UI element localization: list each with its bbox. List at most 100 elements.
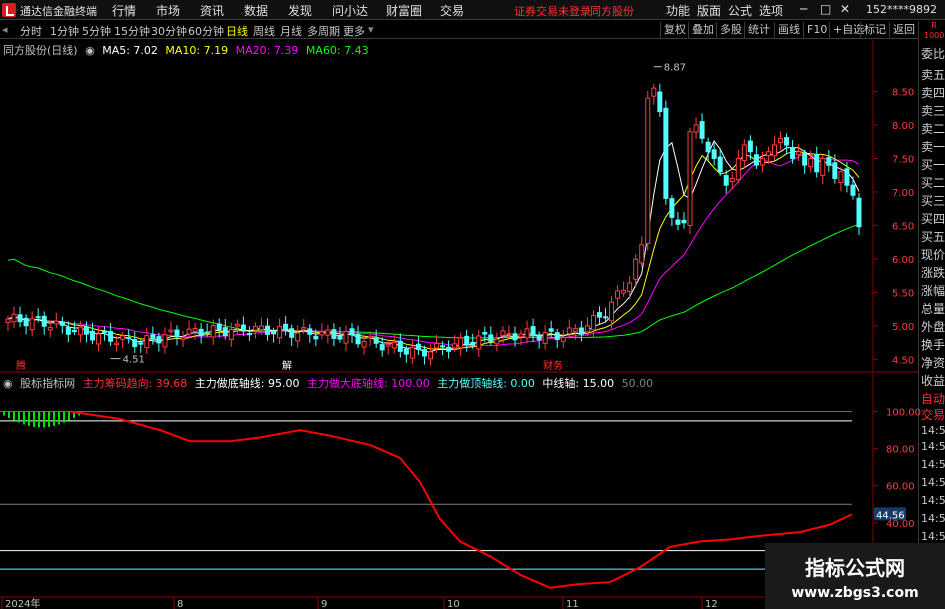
- tab-weekly[interactable]: 周线: [253, 23, 275, 39]
- candle-body-down: [415, 343, 421, 350]
- tab-60min[interactable]: 60分钟: [188, 23, 224, 39]
- candle-body-down: [470, 341, 476, 346]
- minimize-icon[interactable]: ─: [800, 2, 807, 16]
- candle-body-up: [590, 314, 596, 331]
- tab-1min[interactable]: 1分钟: [50, 23, 79, 39]
- candle-body-up: [301, 327, 307, 330]
- candle-body-up: [560, 337, 566, 342]
- date-label: 12: [705, 599, 718, 609]
- tab-mark[interactable]: 标记: [860, 22, 889, 38]
- candle-body-down: [446, 346, 452, 352]
- candle: [415, 336, 421, 356]
- candle: [29, 311, 35, 337]
- candle-body-down: [826, 157, 832, 166]
- menu-formula[interactable]: 公式: [728, 2, 752, 19]
- tab-f10[interactable]: F10: [803, 22, 830, 38]
- ma20-label: MA20: 7.39: [235, 44, 299, 57]
- candle-body-down: [578, 327, 584, 335]
- candle-body-up: [506, 333, 512, 336]
- candle: [687, 127, 693, 235]
- tab-15min[interactable]: 15分钟: [114, 23, 150, 39]
- svg-text:指标公式网: 指标公式网: [805, 556, 905, 580]
- sub-tick-label: 100.00: [886, 408, 921, 419]
- candle: [379, 337, 385, 357]
- candle-body-up: [524, 328, 530, 339]
- candle-body-down: [71, 329, 77, 333]
- candle: [735, 149, 741, 184]
- menu-trade[interactable]: 交易: [440, 2, 464, 19]
- candle-body-up: [542, 332, 548, 344]
- menu-layout[interactable]: 版面: [697, 2, 721, 19]
- candle-body-up: [144, 335, 150, 349]
- settings-circle-icon[interactable]: ◉: [3, 377, 13, 390]
- period-tab-bar: ◂ 分时 1分钟 5分钟 15分钟 30分钟 60分钟 日线 周线 月线 多周期…: [0, 21, 918, 39]
- chevron-left-icon[interactable]: ◂: [2, 23, 8, 36]
- price-tick-label: 6.00: [892, 255, 914, 266]
- tab-multi-stock[interactable]: 多股: [716, 22, 745, 38]
- candle: [772, 136, 778, 161]
- price-tick-label: 6.50: [892, 221, 914, 232]
- candle: [162, 327, 168, 354]
- tab-more[interactable]: 更多: [343, 23, 365, 39]
- candle-body-up: [500, 330, 506, 336]
- candle: [790, 140, 796, 164]
- sub-chart-legend: ◉ 股标指标网 主力筹码趋向: 39.68 主力做底轴线: 95.00 主力做大…: [3, 375, 657, 391]
- candle-body-down: [488, 334, 494, 342]
- ma60-line: [7, 224, 860, 339]
- date-label: 11: [566, 599, 579, 609]
- login-warning[interactable]: 证券交易未登录: [514, 3, 591, 19]
- tab-draw-line[interactable]: 画线: [774, 22, 803, 38]
- candle-body-up: [96, 333, 102, 345]
- candle: [802, 149, 808, 174]
- menu-options[interactable]: 选项: [759, 2, 783, 19]
- candle-body-up: [572, 328, 578, 332]
- tab-back[interactable]: 返回: [889, 22, 918, 38]
- menu-discover[interactable]: 发现: [288, 2, 312, 19]
- candle-body-up: [427, 351, 433, 360]
- candle: [174, 325, 180, 346]
- menu-quotes[interactable]: 行情: [112, 2, 136, 19]
- candle-body-up: [808, 157, 814, 168]
- tab-timeshare[interactable]: 分时: [20, 23, 42, 39]
- chip-trend-curve: [69, 410, 853, 589]
- candle: [458, 332, 464, 356]
- candle-body-down: [663, 107, 669, 199]
- tab-statistics[interactable]: 统计: [744, 22, 773, 38]
- sub-series-chip-trend: 主力筹码趋向: 39.68: [82, 377, 188, 390]
- tab-overlay[interactable]: 叠加: [688, 22, 717, 38]
- candle: [596, 306, 602, 325]
- candle-body-up: [687, 131, 693, 226]
- menu-wealth-circle[interactable]: 财富圈: [386, 2, 422, 19]
- tab-monthly[interactable]: 月线: [280, 23, 302, 39]
- settings-circle-icon[interactable]: ◉: [85, 44, 95, 57]
- maximize-icon[interactable]: □: [820, 2, 831, 16]
- candle-body-up: [741, 144, 747, 162]
- menu-function[interactable]: 功能: [666, 2, 690, 19]
- menu-assistant[interactable]: 问小达: [332, 2, 368, 19]
- candle: [814, 146, 820, 178]
- kline-chart-area[interactable]: 8.50 8.00 7.50 7.00 6.50 6.00 5.50 5.00 4.50 8.87…: [0, 40, 945, 609]
- tab-multi-period[interactable]: 多周期: [307, 23, 340, 39]
- candle-body-down: [705, 141, 711, 153]
- tab-restore-rights[interactable]: 复权: [660, 22, 689, 38]
- candle-body-up: [765, 151, 771, 157]
- menu-news[interactable]: 资讯: [200, 2, 224, 19]
- candle: [446, 340, 452, 359]
- candle-body-up: [651, 87, 657, 97]
- candle: [693, 117, 699, 139]
- close-icon[interactable]: ✕: [840, 2, 850, 16]
- tab-daily[interactable]: 日线: [226, 23, 248, 39]
- app-logo-icon: [2, 3, 16, 17]
- candle: [554, 328, 560, 349]
- chevron-down-icon[interactable]: ▾: [368, 23, 374, 36]
- candle-body-up: [385, 343, 391, 347]
- candle: [536, 331, 542, 349]
- ma5-line: [7, 140, 860, 353]
- tab-5min[interactable]: 5分钟: [82, 23, 111, 39]
- menu-market[interactable]: 市场: [156, 2, 180, 19]
- user-id[interactable]: 152****9892: [866, 3, 937, 16]
- candle-body-down: [856, 197, 862, 228]
- menu-data[interactable]: 数据: [244, 2, 268, 19]
- date-label: 8: [177, 599, 183, 609]
- tab-30min[interactable]: 30分钟: [151, 23, 187, 39]
